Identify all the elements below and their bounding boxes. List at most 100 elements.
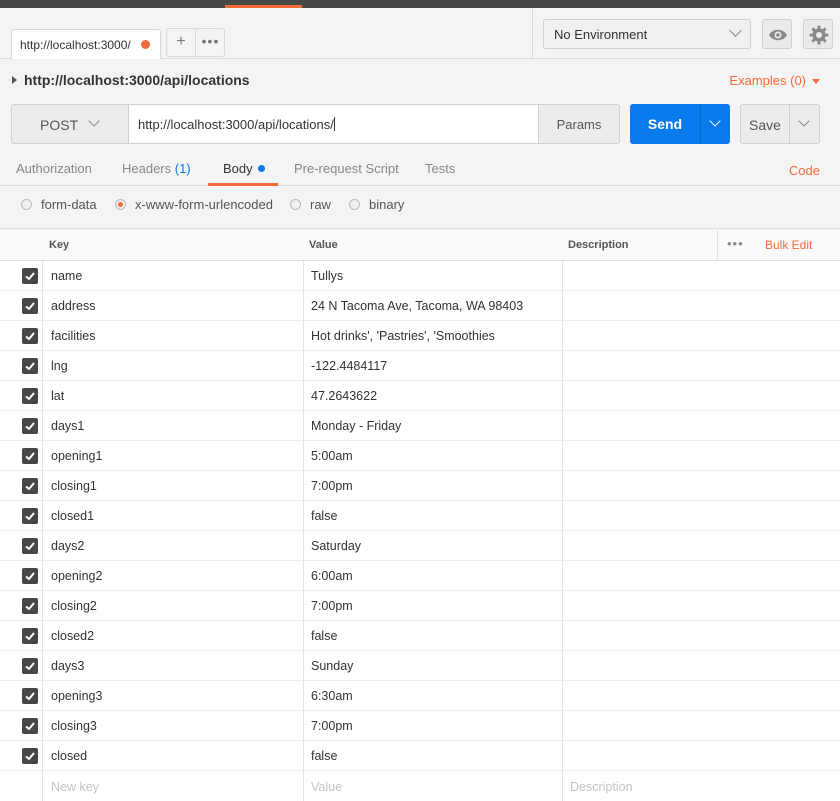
checkmark-icon	[25, 602, 35, 611]
tab-prerequest-script[interactable]: Pre-request Script	[294, 161, 399, 176]
param-value[interactable]: 6:00am	[311, 569, 353, 583]
param-key[interactable]: facilities	[51, 329, 95, 343]
radio-circle-icon	[290, 199, 301, 210]
param-key[interactable]: lat	[51, 389, 64, 403]
param-key[interactable]: lng	[51, 359, 68, 373]
new-tab-button[interactable]: +	[167, 29, 196, 56]
code-link[interactable]: Code	[789, 163, 820, 178]
table-row: opening3 6:30am	[0, 681, 840, 711]
param-key[interactable]: address	[51, 299, 95, 313]
tab-more-button[interactable]: •••	[196, 29, 225, 56]
save-button[interactable]: Save	[740, 104, 790, 144]
param-key[interactable]: closing2	[51, 599, 97, 613]
param-key[interactable]: days1	[51, 419, 84, 433]
row-enabled-checkbox[interactable]	[22, 688, 38, 704]
environment-select-value: No Environment	[554, 27, 648, 42]
tab-headers[interactable]: Headers (1)	[122, 161, 191, 176]
radio-form-data[interactable]: form-data	[21, 197, 97, 212]
url-input[interactable]: http://localhost:3000/api/locations/	[128, 104, 539, 144]
param-key[interactable]: closing3	[51, 719, 97, 733]
param-key[interactable]: opening1	[51, 449, 102, 463]
new-description-input[interactable]: Description	[570, 780, 633, 794]
param-value[interactable]: Tullys	[311, 269, 343, 283]
bulk-edit-link[interactable]: Bulk Edit	[765, 238, 812, 252]
param-key[interactable]: closing1	[51, 479, 97, 493]
param-value[interactable]: Hot drinks', 'Pastries', 'Smoothies	[311, 329, 495, 343]
param-value[interactable]: 47.2643622	[311, 389, 377, 403]
request-tab[interactable]: http://localhost:3000/	[11, 29, 161, 59]
eye-icon	[769, 29, 787, 41]
row-enabled-checkbox[interactable]	[22, 328, 38, 344]
row-enabled-checkbox[interactable]	[22, 268, 38, 284]
table-options-button[interactable]: •••	[727, 236, 744, 251]
row-enabled-checkbox[interactable]	[22, 388, 38, 404]
param-value[interactable]: 7:00pm	[311, 599, 353, 613]
row-enabled-checkbox[interactable]	[22, 418, 38, 434]
radio-urlencoded[interactable]: x-www-form-urlencoded	[115, 197, 273, 212]
row-enabled-checkbox[interactable]	[22, 748, 38, 764]
param-key[interactable]: days2	[51, 539, 84, 553]
row-enabled-checkbox[interactable]	[22, 298, 38, 314]
save-options-button[interactable]	[790, 104, 820, 144]
send-options-button[interactable]	[700, 104, 730, 144]
param-value[interactable]: false	[311, 509, 337, 523]
param-value[interactable]: Sunday	[311, 659, 353, 673]
table-row: closing3 7:00pm	[0, 711, 840, 741]
param-value[interactable]: 5:00am	[311, 449, 353, 463]
param-value[interactable]: Saturday	[311, 539, 361, 553]
method-select[interactable]: POST	[11, 104, 128, 144]
param-value[interactable]: 6:30am	[311, 689, 353, 703]
radio-binary-label: binary	[369, 197, 405, 212]
radio-raw[interactable]: raw	[290, 197, 331, 212]
chevron-down-icon	[798, 115, 810, 127]
param-key[interactable]: opening3	[51, 689, 102, 703]
param-value[interactable]: 7:00pm	[311, 479, 353, 493]
checkmark-icon	[25, 512, 35, 521]
param-value[interactable]: 24 N Tacoma Ave, Tacoma, WA 98403	[311, 299, 523, 313]
headers-count: (1)	[174, 161, 191, 176]
param-key[interactable]: days3	[51, 659, 84, 673]
tab-tests[interactable]: Tests	[425, 161, 455, 176]
param-key[interactable]: opening2	[51, 569, 102, 583]
param-value[interactable]: Monday - Friday	[311, 419, 401, 433]
param-value[interactable]: 7:00pm	[311, 719, 353, 733]
environment-select[interactable]: No Environment	[543, 19, 751, 49]
row-enabled-checkbox[interactable]	[22, 478, 38, 494]
tab-body-label: Body	[223, 161, 253, 176]
body-type-selector: form-data x-www-form-urlencoded raw bina…	[0, 187, 840, 229]
send-button[interactable]: Send	[630, 104, 700, 144]
param-key[interactable]: name	[51, 269, 82, 283]
param-key[interactable]: closed1	[51, 509, 94, 523]
row-enabled-checkbox[interactable]	[22, 358, 38, 374]
param-value[interactable]: -122.4484117	[311, 359, 387, 373]
examples-dropdown[interactable]: Examples (0)	[729, 73, 820, 88]
param-value[interactable]: false	[311, 629, 337, 643]
row-enabled-checkbox[interactable]	[22, 718, 38, 734]
row-enabled-checkbox[interactable]	[22, 538, 38, 554]
request-breadcrumb[interactable]: http://localhost:3000/api/locations	[12, 72, 250, 88]
tab-authorization[interactable]: Authorization	[16, 161, 92, 176]
checkmark-icon	[25, 422, 35, 431]
checkmark-icon	[25, 452, 35, 461]
new-key-input[interactable]: New key	[51, 780, 99, 794]
row-enabled-checkbox[interactable]	[22, 568, 38, 584]
param-value[interactable]: false	[311, 749, 337, 763]
tab-body[interactable]: Body	[223, 161, 265, 176]
row-enabled-checkbox[interactable]	[22, 448, 38, 464]
new-param-row: New key Value Description	[0, 772, 840, 801]
environment-quick-look-button[interactable]	[762, 19, 792, 49]
row-enabled-checkbox[interactable]	[22, 508, 38, 524]
param-key[interactable]: closed2	[51, 629, 94, 643]
checkmark-icon	[25, 482, 35, 491]
text-cursor	[333, 117, 335, 131]
row-enabled-checkbox[interactable]	[22, 658, 38, 674]
new-value-input[interactable]: Value	[311, 780, 342, 794]
radio-binary[interactable]: binary	[349, 197, 404, 212]
param-key[interactable]: closed	[51, 749, 87, 763]
row-enabled-checkbox[interactable]	[22, 628, 38, 644]
row-enabled-checkbox[interactable]	[22, 598, 38, 614]
table-row: days2 Saturday	[0, 531, 840, 561]
params-button[interactable]: Params	[538, 104, 620, 144]
settings-button[interactable]	[803, 19, 833, 49]
table-row: address 24 N Tacoma Ave, Tacoma, WA 98403	[0, 291, 840, 321]
